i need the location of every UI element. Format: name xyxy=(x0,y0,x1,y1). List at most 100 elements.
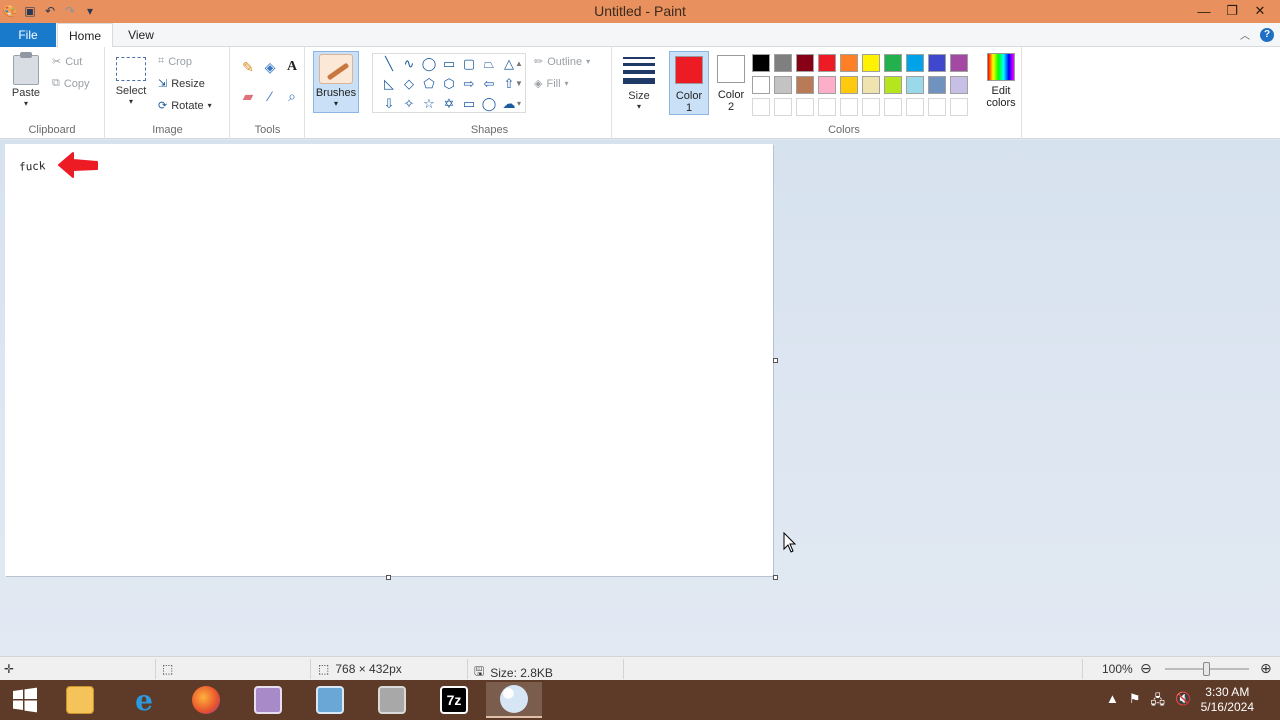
palette-row2-swatch-3[interactable] xyxy=(796,76,814,94)
palette-row1-swatch-1[interactable] xyxy=(752,54,770,72)
curve-shape-icon[interactable]: ∿ xyxy=(399,54,419,74)
size-button[interactable]: Size ▾ xyxy=(617,51,661,111)
drawing-canvas[interactable]: fuck xyxy=(5,144,773,576)
edit-colors-button[interactable]: Edit colors xyxy=(983,53,1019,109)
right-triangle-shape-icon[interactable]: ◺ xyxy=(379,74,399,94)
fill-button[interactable]: ◈ Fill ▾ xyxy=(534,77,569,91)
pentagon-shape-icon[interactable]: ⬠ xyxy=(419,74,439,94)
palette-row2-swatch-6[interactable] xyxy=(862,76,880,94)
outline-button[interactable]: ✏ Outline ▾ xyxy=(534,55,590,69)
internet-explorer-button[interactable]: e xyxy=(116,682,172,718)
resize-handle-right[interactable] xyxy=(773,358,778,363)
zoom-out-icon[interactable]: ⊖ xyxy=(1140,660,1152,677)
four-point-star-shape-icon[interactable]: ✧ xyxy=(399,94,419,114)
close-icon[interactable]: ✕ xyxy=(1246,0,1274,22)
rotate-button[interactable]: ⟳ Rotate ▾ xyxy=(158,99,212,113)
custom-color-slot[interactable] xyxy=(774,98,792,116)
polygon-shape-icon[interactable]: ⏢ xyxy=(479,54,499,74)
palette-row1-swatch-6[interactable] xyxy=(862,54,880,72)
control-panel-button[interactable] xyxy=(302,682,358,718)
palette-row2-swatch-8[interactable] xyxy=(906,76,924,94)
show-hidden-icons-icon[interactable]: ▲ xyxy=(1106,691,1119,713)
hexagon-shape-icon[interactable]: ⬡ xyxy=(439,74,459,94)
custom-color-slot[interactable] xyxy=(906,98,924,116)
eraser-icon[interactable]: ▰ xyxy=(237,88,259,105)
paste-button[interactable]: Paste ▾ xyxy=(6,51,46,108)
left-arrow-shape-icon[interactable]: ⇦ xyxy=(479,74,499,94)
rectangle-shape-icon[interactable]: ▭ xyxy=(439,54,459,74)
tab-view[interactable]: View xyxy=(117,23,165,47)
help-icon[interactable]: ? xyxy=(1260,27,1274,42)
oval-callout-shape-icon[interactable]: ◯ xyxy=(479,94,499,114)
tab-file[interactable]: File xyxy=(0,23,56,47)
palette-row1-swatch-4[interactable] xyxy=(818,54,836,72)
file-explorer-button[interactable] xyxy=(52,682,108,718)
zoom-slider-thumb[interactable] xyxy=(1203,662,1210,676)
firefox-button[interactable] xyxy=(178,682,234,718)
color-picker-icon[interactable]: ⁄ xyxy=(259,88,281,105)
line-shape-icon[interactable]: ╲ xyxy=(379,54,399,74)
palette-row2-swatch-1[interactable] xyxy=(752,76,770,94)
crop-button[interactable]: ⌗ Crop xyxy=(158,55,192,68)
restore-icon[interactable]: ❐ xyxy=(1218,0,1246,22)
custom-color-slot[interactable] xyxy=(818,98,836,116)
palette-row2-swatch-9[interactable] xyxy=(928,76,946,94)
7zip-button[interactable]: 7z xyxy=(426,682,482,718)
scroll-up-icon[interactable]: ▲ xyxy=(515,59,523,68)
palette-row2-swatch-2[interactable] xyxy=(774,76,792,94)
custom-color-slot[interactable] xyxy=(796,98,814,116)
custom-color-slot[interactable] xyxy=(862,98,880,116)
custom-color-slot[interactable] xyxy=(884,98,902,116)
resize-handle-corner[interactable] xyxy=(773,575,778,580)
scroll-down-icon[interactable]: ▼ xyxy=(515,79,523,88)
palette-row1-swatch-5[interactable] xyxy=(840,54,858,72)
palette-row1-swatch-7[interactable] xyxy=(884,54,902,72)
rect-callout-shape-icon[interactable]: ▭ xyxy=(459,94,479,114)
palette-row1-swatch-2[interactable] xyxy=(774,54,792,72)
text-icon[interactable]: A xyxy=(281,59,303,76)
shapes-scroll[interactable]: ▲ ▼ ▾ xyxy=(512,53,526,113)
rounded-rectangle-shape-icon[interactable]: ▢ xyxy=(459,54,479,74)
color2-button[interactable]: Color 2 xyxy=(711,51,751,115)
fill-bucket-icon[interactable]: ◈ xyxy=(259,59,281,76)
cut-button[interactable]: ✂ Cut xyxy=(52,55,82,69)
color1-button[interactable]: Color 1 xyxy=(669,51,709,115)
custom-color-slot[interactable] xyxy=(928,98,946,116)
palette-row2-swatch-10[interactable] xyxy=(950,76,968,94)
paint-taskbar-button[interactable] xyxy=(486,682,542,718)
resize-button[interactable]: ⇲ Resize xyxy=(158,77,205,91)
palette-row1-swatch-3[interactable] xyxy=(796,54,814,72)
magnifier-icon[interactable]: ⌕ xyxy=(281,88,303,105)
gallery-expand-icon[interactable]: ▾ xyxy=(517,99,521,108)
diamond-shape-icon[interactable]: ◇ xyxy=(399,74,419,94)
volume-muted-icon[interactable]: 🔇 xyxy=(1175,691,1191,713)
palette-row2-swatch-5[interactable] xyxy=(840,76,858,94)
select-button[interactable]: Select ▾ xyxy=(112,51,150,106)
copy-button[interactable]: ⧉ Copy xyxy=(52,77,90,90)
network-icon[interactable]: 🖧 xyxy=(1151,691,1166,713)
collapse-ribbon-icon[interactable]: ︿ xyxy=(1240,27,1250,42)
minimize-icon[interactable]: — xyxy=(1190,0,1218,22)
palette-row2-swatch-7[interactable] xyxy=(884,76,902,94)
custom-color-slot[interactable] xyxy=(752,98,770,116)
five-point-star-shape-icon[interactable]: ☆ xyxy=(419,94,439,114)
archive-tool-button[interactable] xyxy=(364,682,420,718)
palette-row1-swatch-9[interactable] xyxy=(928,54,946,72)
oval-shape-icon[interactable]: ◯ xyxy=(419,54,439,74)
palette-row1-swatch-8[interactable] xyxy=(906,54,924,72)
down-arrow-shape-icon[interactable]: ⇩ xyxy=(379,94,399,114)
system-clock[interactable]: 3:30 AM 5/16/2024 xyxy=(1201,685,1254,715)
action-center-flag-icon[interactable]: ⚑ xyxy=(1129,691,1141,713)
brushes-button[interactable]: Brushes ▾ xyxy=(313,51,359,113)
start-button[interactable] xyxy=(0,682,50,718)
right-arrow-shape-icon[interactable]: ⇨ xyxy=(459,74,479,94)
purple-app-button[interactable] xyxy=(240,682,296,718)
pencil-icon[interactable]: ✎ xyxy=(237,59,259,76)
palette-row2-swatch-4[interactable] xyxy=(818,76,836,94)
resize-handle-bottom[interactable] xyxy=(386,575,391,580)
six-point-star-shape-icon[interactable]: ✡ xyxy=(439,94,459,114)
custom-color-slot[interactable] xyxy=(840,98,858,116)
zoom-in-icon[interactable]: ⊕ xyxy=(1260,660,1272,677)
tab-home[interactable]: Home xyxy=(57,23,113,48)
palette-row1-swatch-10[interactable] xyxy=(950,54,968,72)
